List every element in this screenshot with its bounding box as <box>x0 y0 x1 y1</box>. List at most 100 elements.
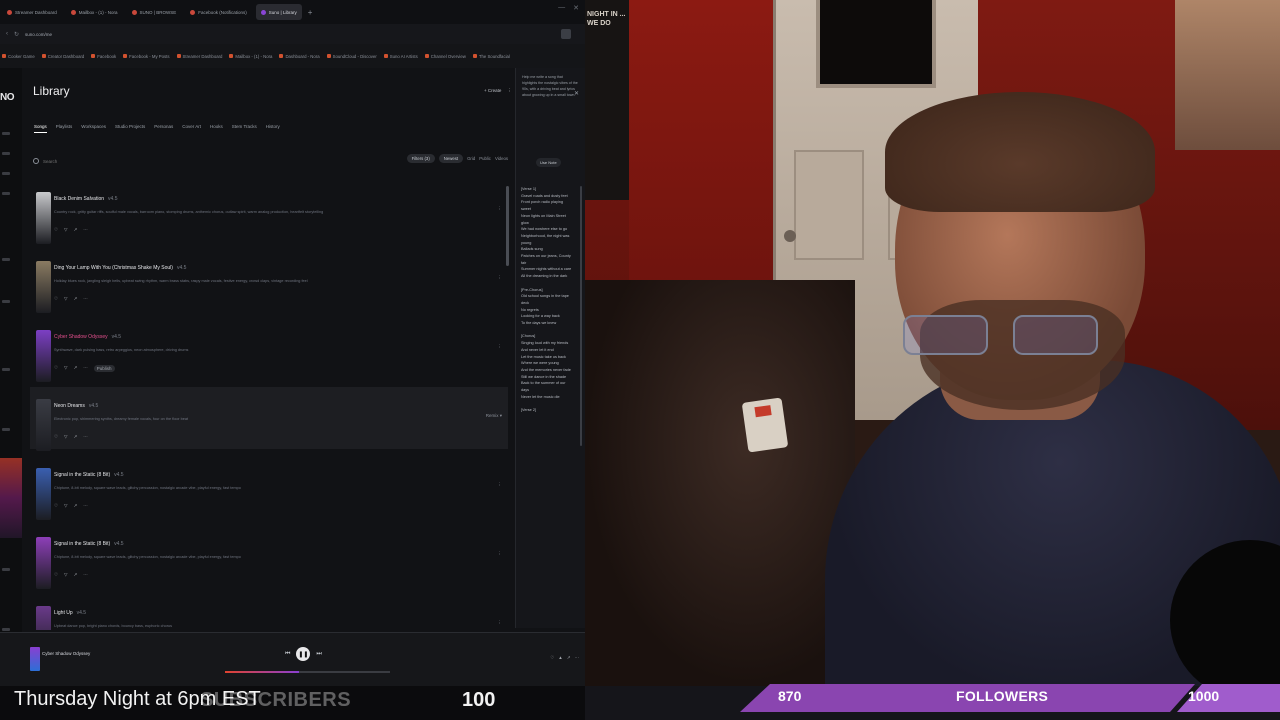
song-row[interactable]: Ding Your Lamp With You (Christmas Shake… <box>30 249 508 313</box>
sidebar-item[interactable] <box>2 132 10 135</box>
sidebar-item[interactable] <box>2 428 10 431</box>
song-row[interactable]: Light Up v4.5 Upbeat dance pop, bright pia… <box>30 594 508 630</box>
bookmark-item[interactable]: Streamer Dashboard <box>176 54 222 59</box>
like-icon[interactable]: ♡ <box>54 365 58 372</box>
bookmark-item[interactable]: Channel Overview <box>424 54 466 59</box>
song-title[interactable]: Black Denim Salvation v4.5 <box>54 196 117 202</box>
like-icon[interactable]: ♡ <box>54 296 58 302</box>
more-icon[interactable]: ⋮ <box>507 88 512 94</box>
library-tab[interactable]: Playlists <box>56 124 73 133</box>
library-tab[interactable]: Stem Tracks <box>232 124 257 133</box>
song-row-menu[interactable]: ⋮ <box>498 344 503 350</box>
minimize-icon[interactable]: — <box>558 4 565 12</box>
song-row-menu[interactable]: ⋮ <box>498 206 503 212</box>
library-tab[interactable]: Studio Projects <box>115 124 145 133</box>
dislike-icon[interactable]: ▽ <box>64 365 67 372</box>
app-logo[interactable]: NO <box>0 92 15 103</box>
song-row-menu[interactable]: ⋮ <box>498 275 503 281</box>
new-tab-icon[interactable]: + <box>308 8 313 17</box>
lyrics-text[interactable]: [Verse 1] Gravel roads and dusty feet Fr… <box>521 186 573 414</box>
share-icon[interactable]: ↗ <box>74 503 78 509</box>
browser-tab-active[interactable]: Suno | Library <box>255 4 302 20</box>
sidebar-item[interactable] <box>2 192 10 195</box>
dislike-icon[interactable]: ▽ <box>64 572 67 578</box>
url-field[interactable]: suno.com/me <box>25 32 52 37</box>
like-icon[interactable]: ♡ <box>54 434 58 440</box>
song-row-menu[interactable]: ⋮ <box>498 551 503 557</box>
bookmark-item[interactable]: Facebook <box>91 54 116 59</box>
sidebar-item[interactable] <box>2 628 10 631</box>
more-icon[interactable]: ⋯ <box>575 655 580 661</box>
library-tab[interactable]: Personas <box>154 124 173 133</box>
bookmark-item[interactable]: Dashboard - Nora <box>279 54 320 59</box>
song-row[interactable]: Signal in the Static (8 Bit) v4.5 Chiptune… <box>30 525 508 589</box>
more-icon[interactable]: ⋯ <box>83 503 88 509</box>
library-tab[interactable]: Cover Art <box>182 124 201 133</box>
song-row[interactable]: Cyber Shadow Odyssey v4.5 Synthwave, dark … <box>30 318 508 382</box>
bookmark-item[interactable]: Facebook - My Posts <box>123 54 170 59</box>
like-icon[interactable]: ♡ <box>54 227 58 233</box>
videos-toggle[interactable]: Videos <box>495 156 508 161</box>
share-icon[interactable]: ↗ <box>74 296 78 302</box>
bookmark-item[interactable]: Creator Dashboard <box>41 54 84 59</box>
song-row[interactable]: Neon Dreams v4.5 Electronic pop, shimmerin… <box>30 387 508 451</box>
bookmark-item[interactable]: The Soundfacial <box>472 54 510 59</box>
browser-tab[interactable]: Facebook (Notifications) <box>185 4 252 20</box>
song-row[interactable]: Black Denim Salvation v4.5 Country rock, g… <box>30 180 508 244</box>
library-tab[interactable]: Songs <box>34 124 47 133</box>
public-toggle[interactable]: Public <box>479 156 491 161</box>
now-playing-thumbnail[interactable] <box>30 647 40 671</box>
filters-button[interactable]: Filters (3) <box>406 154 435 163</box>
previous-icon[interactable]: ⏮ <box>285 651 290 658</box>
sidebar-item[interactable] <box>2 568 10 571</box>
more-icon[interactable]: ⋯ <box>83 296 88 302</box>
song-row-menu[interactable]: ⋮ <box>498 482 503 488</box>
song-title[interactable]: Signal in the Static (8 Bit) v4.5 <box>54 541 124 547</box>
progress-bar[interactable] <box>225 671 390 673</box>
song-title[interactable]: Signal in the Static (8 Bit) v4.5 <box>54 472 124 478</box>
reload-icon[interactable]: ↻ <box>14 31 19 38</box>
publish-button[interactable]: Publish <box>93 365 115 372</box>
lyrics-scrollbar[interactable] <box>580 186 582 446</box>
library-tab[interactable]: History <box>266 124 280 133</box>
search-input[interactable] <box>43 158 403 164</box>
bookmark-item[interactable]: Suno AI Artists <box>383 54 418 59</box>
close-window-icon[interactable]: ✕ <box>573 4 579 12</box>
back-icon[interactable]: ‹ <box>6 31 8 37</box>
more-icon[interactable]: ⋯ <box>83 365 88 372</box>
share-icon[interactable]: ↗ <box>74 365 78 372</box>
pause-button[interactable]: ❚❚ <box>296 647 311 661</box>
browser-tab[interactable]: Mailbox - (1) - Nora <box>66 4 123 20</box>
now-playing-title[interactable]: Cyber Shadow Odyssey <box>42 651 90 656</box>
like-icon[interactable]: ♡ <box>54 503 58 509</box>
song-row-menu[interactable]: ⋮ <box>498 620 503 626</box>
dislike-icon[interactable]: ▽ <box>64 227 67 233</box>
library-tab[interactable]: Hooks <box>210 124 223 133</box>
share-icon[interactable]: ↗ <box>567 655 571 661</box>
bookmark-item[interactable]: Mailbox - (1) - Nora <box>229 54 272 59</box>
song-cover[interactable] <box>36 606 51 630</box>
dislike-icon[interactable]: ▽ <box>64 503 67 509</box>
bookmark-item[interactable]: SoundCloud - Discover <box>326 54 377 59</box>
song-cover[interactable] <box>36 537 51 589</box>
sidebar-promo-banner[interactable] <box>0 458 22 538</box>
dislike-icon[interactable]: ▽ <box>64 296 67 302</box>
song-title[interactable]: Neon Dreams v4.5 <box>54 403 98 409</box>
song-list-scrollbar[interactable] <box>506 186 509 266</box>
sidebar-item[interactable] <box>2 152 10 155</box>
next-icon[interactable]: ⏭ <box>316 651 321 658</box>
more-icon[interactable]: ⋯ <box>83 572 88 578</box>
close-icon[interactable]: ✕ <box>574 90 579 97</box>
song-cover[interactable] <box>36 192 51 244</box>
thumbs-up-icon[interactable]: ▲ <box>558 655 562 661</box>
song-cover[interactable] <box>36 330 51 382</box>
sidebar-item[interactable] <box>2 368 10 371</box>
song-row-menu[interactable]: Remix ▾ <box>486 413 502 419</box>
song-cover[interactable] <box>36 399 51 451</box>
sidebar-item[interactable] <box>2 258 10 261</box>
sidebar-item[interactable] <box>2 300 10 303</box>
dislike-icon[interactable]: ▽ <box>64 434 67 440</box>
bookmark-item[interactable]: Cooker Game <box>2 54 35 59</box>
share-icon[interactable]: ↗ <box>74 227 78 233</box>
song-row[interactable]: Signal in the Static (8 Bit) v4.5 Chiptune… <box>30 456 508 520</box>
